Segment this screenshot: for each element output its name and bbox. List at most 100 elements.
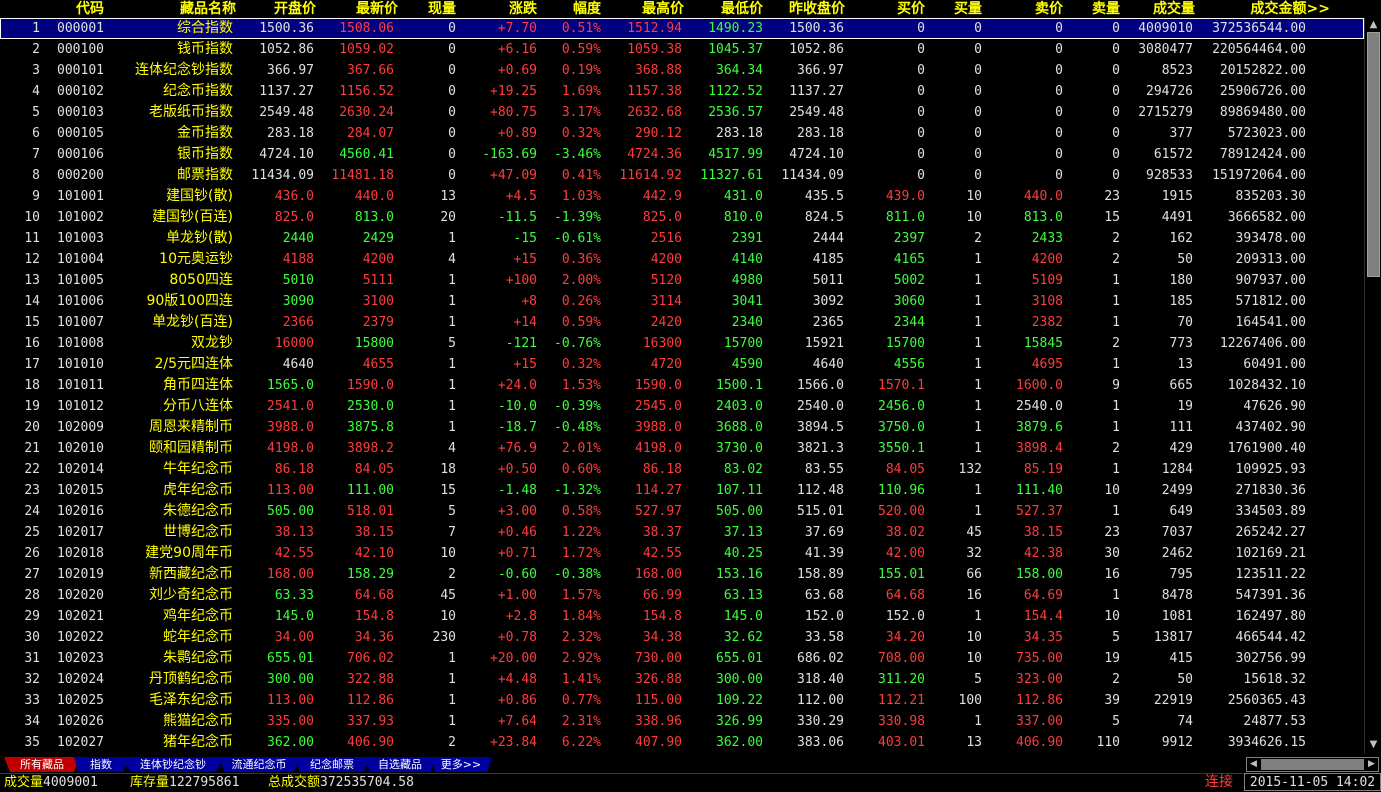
header-col-change[interactable]: 涨跌 bbox=[449, 0, 537, 18]
cell-last: 15800 bbox=[354, 336, 394, 351]
cell-open: 366.97 bbox=[267, 63, 314, 78]
header-col-high[interactable]: 最高价 bbox=[596, 0, 684, 18]
header-col-open[interactable]: 开盘价 bbox=[228, 0, 316, 18]
cell-bid-volume: 1 bbox=[974, 714, 982, 729]
table-row[interactable]: 8 000200 邮票指数 11434.09 11481.18 0 +47.09 0.41% 1… bbox=[0, 165, 1364, 186]
table-row[interactable]: 22 102014 牛年纪念币 86.18 84.05 18 +0.50 0.60% 86.18… bbox=[0, 459, 1364, 480]
table-row[interactable]: 12 101004 10元奥运钞 4188 4200 4 +15 0.36% 4200 4140 4… bbox=[0, 249, 1364, 270]
table-row[interactable]: 21 102010 颐和园精制币 4198.0 3898.2 4 +76.9 2.01% 419… bbox=[0, 438, 1364, 459]
table-row[interactable]: 18 101011 角币四连体 1565.0 1590.0 1 +24.0 1.53% 1590… bbox=[0, 375, 1364, 396]
cell-current-volume: 10 bbox=[440, 609, 456, 624]
table-row[interactable]: 30 102022 蛇年纪念币 34.00 34.36 230 +0.78 2.32% 34.3… bbox=[0, 627, 1364, 648]
scroll-up-icon[interactable]: ▲ bbox=[1367, 18, 1380, 32]
table-row[interactable]: 25 102017 世博纪念币 38.13 38.15 7 +0.46 1.22% 38.37 3… bbox=[0, 522, 1364, 543]
cell-name: 角币四连体 bbox=[163, 377, 233, 393]
header-col-last[interactable]: 最新价 bbox=[310, 0, 398, 18]
cell-code: 000105 bbox=[57, 126, 104, 141]
table-row[interactable]: 1 000001 综合指数 1500.36 1508.06 0 +7.70 0.51% 1512… bbox=[0, 18, 1364, 39]
header-col-amount[interactable]: 成交金额>> bbox=[1210, 0, 1330, 18]
header-col-bid-volume[interactable]: 买量 bbox=[918, 0, 982, 18]
table-row[interactable]: 24 102016 朱德纪念币 505.00 518.01 5 +3.00 0.58% 527.… bbox=[0, 501, 1364, 522]
header-col-ask[interactable]: 卖价 bbox=[975, 0, 1063, 18]
table-row[interactable]: 31 102023 朱鹮纪念币 655.01 706.02 1 +20.00 2.92% 730… bbox=[0, 648, 1364, 669]
table-row[interactable]: 4 000102 纪念币指数 1137.27 1156.52 0 +19.25 1.69% 11… bbox=[0, 81, 1364, 102]
tab-index[interactable]: 指数 bbox=[74, 757, 128, 772]
cell-ask: 4200 bbox=[1031, 252, 1063, 267]
cell-low: 1122.52 bbox=[708, 84, 763, 99]
cell-ask-volume: 1 bbox=[1112, 399, 1120, 414]
table-row[interactable]: 29 102021 鸡年纪念币 145.0 154.8 10 +2.8 1.84% 154.8 1… bbox=[0, 606, 1364, 627]
header-col-prev-close[interactable]: 昨收盘价 bbox=[757, 0, 845, 18]
table-row[interactable]: 10 101002 建国钞(百连) 825.0 813.0 20 -11.5 -1.39% 82… bbox=[0, 207, 1364, 228]
header-col-name[interactable]: 藏品名称 bbox=[101, 0, 236, 18]
table-row[interactable]: 32 102024 丹顶鹤纪念币 300.00 322.88 1 +4.48 1.41% 326… bbox=[0, 669, 1364, 690]
table-row[interactable]: 19 101012 分币八连体 2541.0 2530.0 1 -10.0 -0.39% 254… bbox=[0, 396, 1364, 417]
scroll-down-icon[interactable]: ▼ bbox=[1367, 738, 1380, 752]
tab-favorites[interactable]: 自选藏品 bbox=[364, 757, 436, 772]
table-row[interactable]: 15 101007 单龙钞(百连) 2366 2379 1 +14 0.59% 2420 2340… bbox=[0, 312, 1364, 333]
cell-name: 8050四连 bbox=[169, 272, 233, 288]
table-row[interactable]: 28 102020 刘少奇纪念币 63.33 64.68 45 +1.00 1.57% 66.9… bbox=[0, 585, 1364, 606]
cell-last: 4655 bbox=[362, 357, 394, 372]
cell-current-volume: 0 bbox=[448, 126, 456, 141]
horizontal-scrollbar[interactable]: ◀ ▶ bbox=[1246, 757, 1379, 772]
quote-table[interactable]: 1 000001 综合指数 1500.36 1508.06 0 +7.70 0.51% 1512… bbox=[0, 18, 1364, 753]
table-row[interactable]: 5 000103 老版纸币指数 2549.48 2630.24 0 +80.75 3.17% 2… bbox=[0, 102, 1364, 123]
table-row[interactable]: 26 102018 建党90周年币 42.55 42.10 10 +0.71 1.72% 42.… bbox=[0, 543, 1364, 564]
table-row[interactable]: 7 000106 银币指数 4724.10 4560.41 0 -163.69 -3.46% 4… bbox=[0, 144, 1364, 165]
table-row[interactable]: 17 101010 2/5元四连体 4640 4655 1 +15 0.32% 4720 4590… bbox=[0, 354, 1364, 375]
cell-last: 84.05 bbox=[354, 462, 394, 477]
cell-high: 11614.92 bbox=[619, 168, 682, 183]
table-row[interactable]: 16 101008 双龙钞 16000 15800 5 -121 -0.76% 16300 157… bbox=[0, 333, 1364, 354]
header-col-change-pct[interactable]: 幅度 bbox=[531, 0, 601, 18]
scroll-left-icon[interactable]: ◀ bbox=[1247, 758, 1260, 771]
header-col-ask-volume[interactable]: 卖量 bbox=[1056, 0, 1120, 18]
cell-index: 4 bbox=[32, 84, 40, 99]
scroll-thumb[interactable] bbox=[1367, 32, 1380, 277]
table-row[interactable]: 2 000100 钱币指数 1052.86 1059.02 0 +6.16 0.59% 1059… bbox=[0, 39, 1364, 60]
table-row[interactable]: 13 101005 8050四连 5010 5111 1 +100 2.00% 5120 4980… bbox=[0, 270, 1364, 291]
cell-bid-volume: 1 bbox=[974, 399, 982, 414]
cell-high: 42.55 bbox=[642, 546, 682, 561]
table-row[interactable]: 23 102015 虎年纪念币 113.00 111.00 15 -1.48 -1.32% 11… bbox=[0, 480, 1364, 501]
cell-change: +0.50 bbox=[497, 462, 537, 477]
table-row[interactable]: 33 102025 毛泽东纪念币 113.00 112.86 1 +0.86 0.77% 115… bbox=[0, 690, 1364, 711]
header-col-bid[interactable]: 买价 bbox=[837, 0, 925, 18]
header-col-low[interactable]: 最低价 bbox=[675, 0, 763, 18]
scroll-right-icon[interactable]: ▶ bbox=[1365, 758, 1378, 771]
tab-stamps[interactable]: 纪念邮票 bbox=[294, 757, 370, 772]
header-col-volume[interactable]: 成交量 bbox=[1115, 0, 1195, 18]
connection-status[interactable]: 连接 bbox=[1196, 773, 1242, 791]
cell-name: 单龙钞(百连) bbox=[152, 314, 233, 330]
table-row[interactable]: 11 101003 单龙钞(散) 2440 2429 1 -15 -0.61% 2516 2391… bbox=[0, 228, 1364, 249]
table-row[interactable]: 27 102019 新西藏纪念币 168.00 158.29 2 -0.60 -0.38% 16… bbox=[0, 564, 1364, 585]
cell-open: 1052.86 bbox=[259, 42, 314, 57]
tab-banknotes[interactable]: 连体钞纪念钞 bbox=[122, 757, 224, 772]
cell-change-pct: 0.60% bbox=[561, 462, 601, 477]
cell-bid: 3060 bbox=[893, 294, 925, 309]
header-col-code[interactable]: 代码 bbox=[34, 0, 104, 18]
cell-ask-volume: 0 bbox=[1112, 168, 1120, 183]
cell-bid: 84.05 bbox=[885, 462, 925, 477]
table-row[interactable]: 6 000105 金币指数 283.18 284.07 0 +0.89 0.32% 290.12… bbox=[0, 123, 1364, 144]
vertical-scrollbar[interactable]: ▲ ▼ bbox=[1364, 18, 1381, 753]
cell-volume: 665 bbox=[1169, 378, 1193, 393]
cell-high: 3114 bbox=[650, 294, 682, 309]
cell-current-volume: 0 bbox=[448, 168, 456, 183]
table-row[interactable]: 35 102027 猪年纪念币 362.00 406.90 2 +23.84 6.22% 407… bbox=[0, 732, 1364, 753]
cell-volume: 1081 bbox=[1161, 609, 1193, 624]
cell-open: 4724.10 bbox=[259, 147, 314, 162]
horizontal-scroll-thumb[interactable] bbox=[1261, 759, 1364, 770]
table-row[interactable]: 20 102009 周恩来精制币 3988.0 3875.8 1 -18.7 -0.48% 39… bbox=[0, 417, 1364, 438]
header-col-current-volume[interactable]: 现量 bbox=[388, 0, 456, 18]
cell-name: 世博纪念币 bbox=[163, 524, 233, 540]
tab-more[interactable]: 更多>> bbox=[430, 757, 492, 772]
tab-circulation-coins[interactable]: 流通纪念币 bbox=[218, 757, 300, 772]
table-row[interactable]: 14 101006 90版100四连 3090 3100 1 +8 0.26% 3114 3041… bbox=[0, 291, 1364, 312]
tab-all-items[interactable]: 所有藏品 bbox=[4, 757, 80, 772]
cell-amount: 47626.90 bbox=[1243, 399, 1306, 414]
table-row[interactable]: 34 102026 熊猫纪念币 335.00 337.93 1 +7.64 2.31% 338.… bbox=[0, 711, 1364, 732]
table-row[interactable]: 3 000101 连体纪念钞指数 366.97 367.66 0 +0.69 0.19% 368… bbox=[0, 60, 1364, 81]
cell-bid: 42.00 bbox=[885, 546, 925, 561]
table-row[interactable]: 9 101001 建国钞(散) 436.0 440.0 13 +4.5 1.03% 442.9 4… bbox=[0, 186, 1364, 207]
